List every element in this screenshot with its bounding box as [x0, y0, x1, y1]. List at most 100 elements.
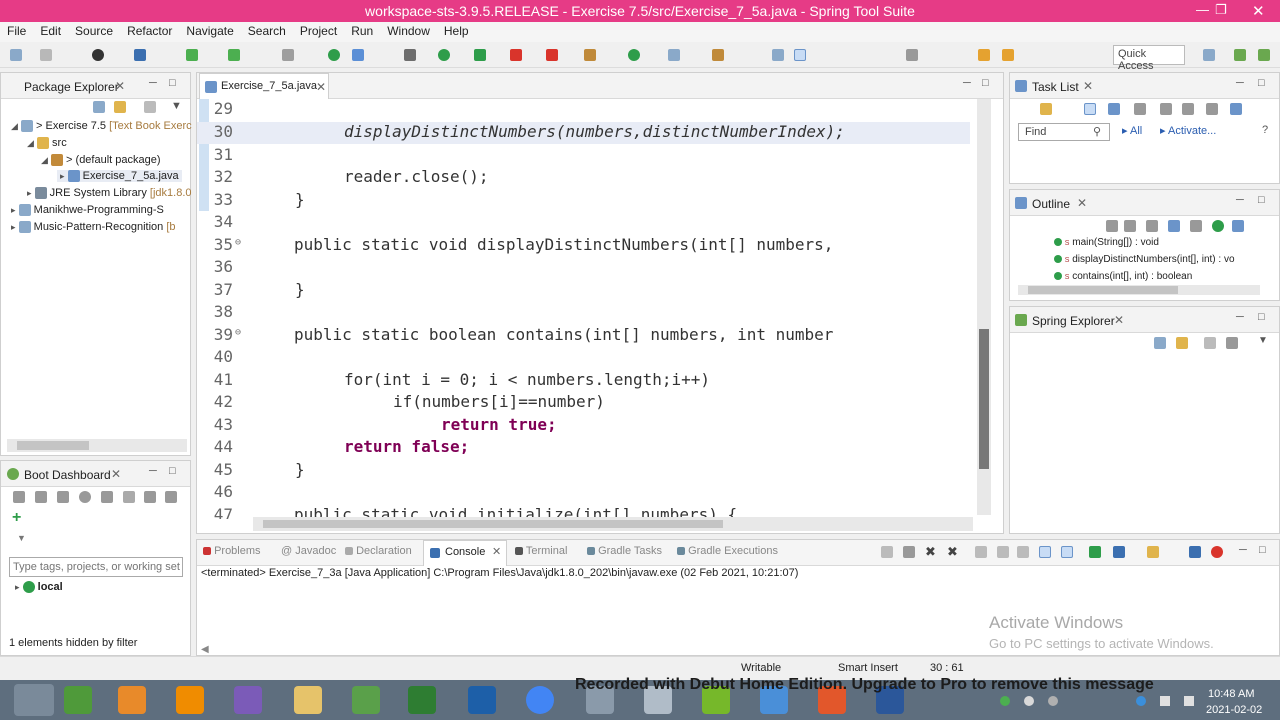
- fold-icon[interactable]: ⊖: [235, 327, 241, 338]
- focus-icon[interactable]: [144, 101, 156, 113]
- minimize-icon[interactable]: —: [1196, 2, 1209, 17]
- stop-icon[interactable]: [1211, 546, 1223, 558]
- link-editor-icon[interactable]: [114, 101, 126, 113]
- java-perspective-icon[interactable]: [1234, 49, 1246, 61]
- debug-app-icon[interactable]: [35, 491, 47, 503]
- tree-item-exercise[interactable]: ◢ > Exercise 7.5 [Text Book Exerc: [11, 120, 192, 133]
- filter-icon[interactable]: [1204, 337, 1216, 349]
- bluetooth-icon[interactable]: [1136, 696, 1146, 706]
- menu-refactor[interactable]: Refactor: [120, 22, 179, 38]
- search-icon[interactable]: [712, 49, 724, 61]
- outline-item[interactable]: S contains(int[], int) : boolean: [1054, 271, 1192, 282]
- maximize-view-icon[interactable]: □: [169, 77, 176, 89]
- focus-icon[interactable]: [1134, 103, 1146, 115]
- scroll-thumb[interactable]: [979, 329, 989, 469]
- taskbar-vs-icon[interactable]: [234, 686, 262, 714]
- collapse-all-icon[interactable]: [1182, 103, 1194, 115]
- taskbar-notepad-icon[interactable]: [408, 686, 436, 714]
- minimize-view-icon[interactable]: ─: [963, 77, 971, 89]
- menu-help[interactable]: Help: [437, 22, 476, 38]
- outline-item[interactable]: S main(String[]) : void: [1054, 237, 1159, 248]
- next-annotation-icon[interactable]: [906, 49, 918, 61]
- horizontal-scrollbar[interactable]: [7, 439, 187, 452]
- outline-tab[interactable]: Outline: [1032, 197, 1070, 211]
- find-field[interactable]: Find ⚲: [1018, 123, 1110, 141]
- remove-launch-icon[interactable]: [881, 546, 893, 558]
- collapse-icon[interactable]: [1106, 220, 1118, 232]
- maximize-icon[interactable]: ❐: [1215, 2, 1227, 18]
- tab-gradle-executions[interactable]: Gradle Executions: [677, 545, 778, 557]
- scroll-lock-icon[interactable]: [997, 546, 1009, 558]
- close-tab-icon[interactable]: ✕: [1114, 313, 1124, 327]
- word-wrap-icon[interactable]: [1017, 546, 1029, 558]
- minimize-view-icon[interactable]: ─: [149, 77, 157, 89]
- run-coverage-icon[interactable]: [474, 49, 486, 61]
- open-browser-icon[interactable]: [79, 491, 91, 503]
- taskbar-folder-icon[interactable]: [294, 686, 322, 714]
- new-class-icon[interactable]: [628, 49, 640, 61]
- menu-navigate[interactable]: Navigate: [179, 22, 240, 38]
- tray-icon[interactable]: [1048, 696, 1058, 706]
- menu-project[interactable]: Project: [293, 22, 344, 38]
- taskbar-eclipse-icon[interactable]: [468, 686, 496, 714]
- view-menu-icon[interactable]: ▼: [1258, 335, 1268, 346]
- taskbar-chrome-icon[interactable]: [526, 686, 554, 714]
- help-icon[interactable]: ?: [1262, 124, 1268, 136]
- tree-item-src[interactable]: ◢ src: [27, 137, 67, 150]
- annotation-icon[interactable]: [772, 49, 784, 61]
- maximize-view-icon[interactable]: □: [1259, 544, 1266, 556]
- console-icon[interactable]: [101, 491, 113, 503]
- tree-item-java-file[interactable]: ▸ Exercise_7_5a.java: [57, 170, 182, 183]
- menu-edit[interactable]: Edit: [33, 22, 68, 38]
- edit-icon[interactable]: [123, 491, 135, 503]
- open-console-icon[interactable]: [134, 49, 146, 61]
- filter-dropdown-icon[interactable]: ▼: [17, 533, 26, 543]
- clock-date[interactable]: 2021-02-02: [1206, 704, 1262, 716]
- tree-item-manikhwe[interactable]: ▸ Manikhwe-Programming-S: [11, 204, 164, 217]
- spring-explorer-tab[interactable]: Spring Explorer: [1032, 314, 1115, 328]
- stop-icon[interactable]: [510, 49, 522, 61]
- refresh-icon[interactable]: [328, 49, 340, 61]
- close-tab-icon[interactable]: ✕: [111, 467, 121, 481]
- boot-run-icon[interactable]: [228, 49, 240, 61]
- display-console-icon[interactable]: [1113, 546, 1125, 558]
- all-link[interactable]: ▸ All: [1122, 124, 1142, 137]
- link-icon[interactable]: [1232, 220, 1244, 232]
- save-icon[interactable]: [40, 49, 52, 61]
- clear-console-icon[interactable]: [975, 546, 987, 558]
- clock-time[interactable]: 10:48 AM: [1208, 688, 1254, 700]
- tree-item-jre[interactable]: ▸ JRE System Library [jdk1.8.0: [27, 187, 192, 200]
- close-tab-icon[interactable]: ✕: [1083, 79, 1093, 93]
- show-on-error-icon[interactable]: [1061, 546, 1073, 558]
- horizontal-scrollbar[interactable]: [253, 517, 973, 531]
- step-icon[interactable]: [282, 49, 294, 61]
- filter-icon[interactable]: [165, 491, 177, 503]
- new-icon[interactable]: [10, 49, 22, 61]
- boot-local-item[interactable]: ▸ local: [15, 581, 63, 594]
- pin-console-icon[interactable]: [1089, 546, 1101, 558]
- forward-icon[interactable]: [1002, 49, 1014, 61]
- show-on-output-icon[interactable]: [1039, 546, 1051, 558]
- taskbar-vlc-icon[interactable]: [176, 686, 204, 714]
- package-explorer-tab[interactable]: Package Explorer: [24, 80, 119, 94]
- maximize-view-icon[interactable]: □: [169, 465, 176, 477]
- back-icon[interactable]: [978, 49, 990, 61]
- tab-console[interactable]: Console ✕: [423, 540, 507, 566]
- spring-perspective-icon[interactable]: [1258, 49, 1270, 61]
- volume-icon[interactable]: [1184, 696, 1194, 706]
- sort-icon[interactable]: [1124, 220, 1136, 232]
- tree-item-music-pattern[interactable]: ▸ Music-Pattern-Recognition [b: [11, 221, 176, 234]
- run-icon[interactable]: [438, 49, 450, 61]
- horizontal-scrollbar[interactable]: [1018, 285, 1260, 295]
- start-icon[interactable]: [13, 491, 25, 503]
- collapse-all-icon[interactable]: [1154, 337, 1166, 349]
- open-console-menu-icon[interactable]: [1147, 546, 1159, 558]
- tray-icon[interactable]: [1000, 696, 1010, 706]
- network-icon[interactable]: [1160, 696, 1170, 706]
- menu-window[interactable]: Window: [380, 22, 437, 38]
- terminate-icon[interactable]: [903, 546, 915, 558]
- minimize-view-icon[interactable]: ─: [1236, 77, 1244, 89]
- menu-source[interactable]: Source: [68, 22, 120, 38]
- outline-item[interactable]: S displayDistinctNumbers(int[], int) : v…: [1054, 254, 1235, 265]
- tab-problems[interactable]: Problems: [203, 545, 261, 557]
